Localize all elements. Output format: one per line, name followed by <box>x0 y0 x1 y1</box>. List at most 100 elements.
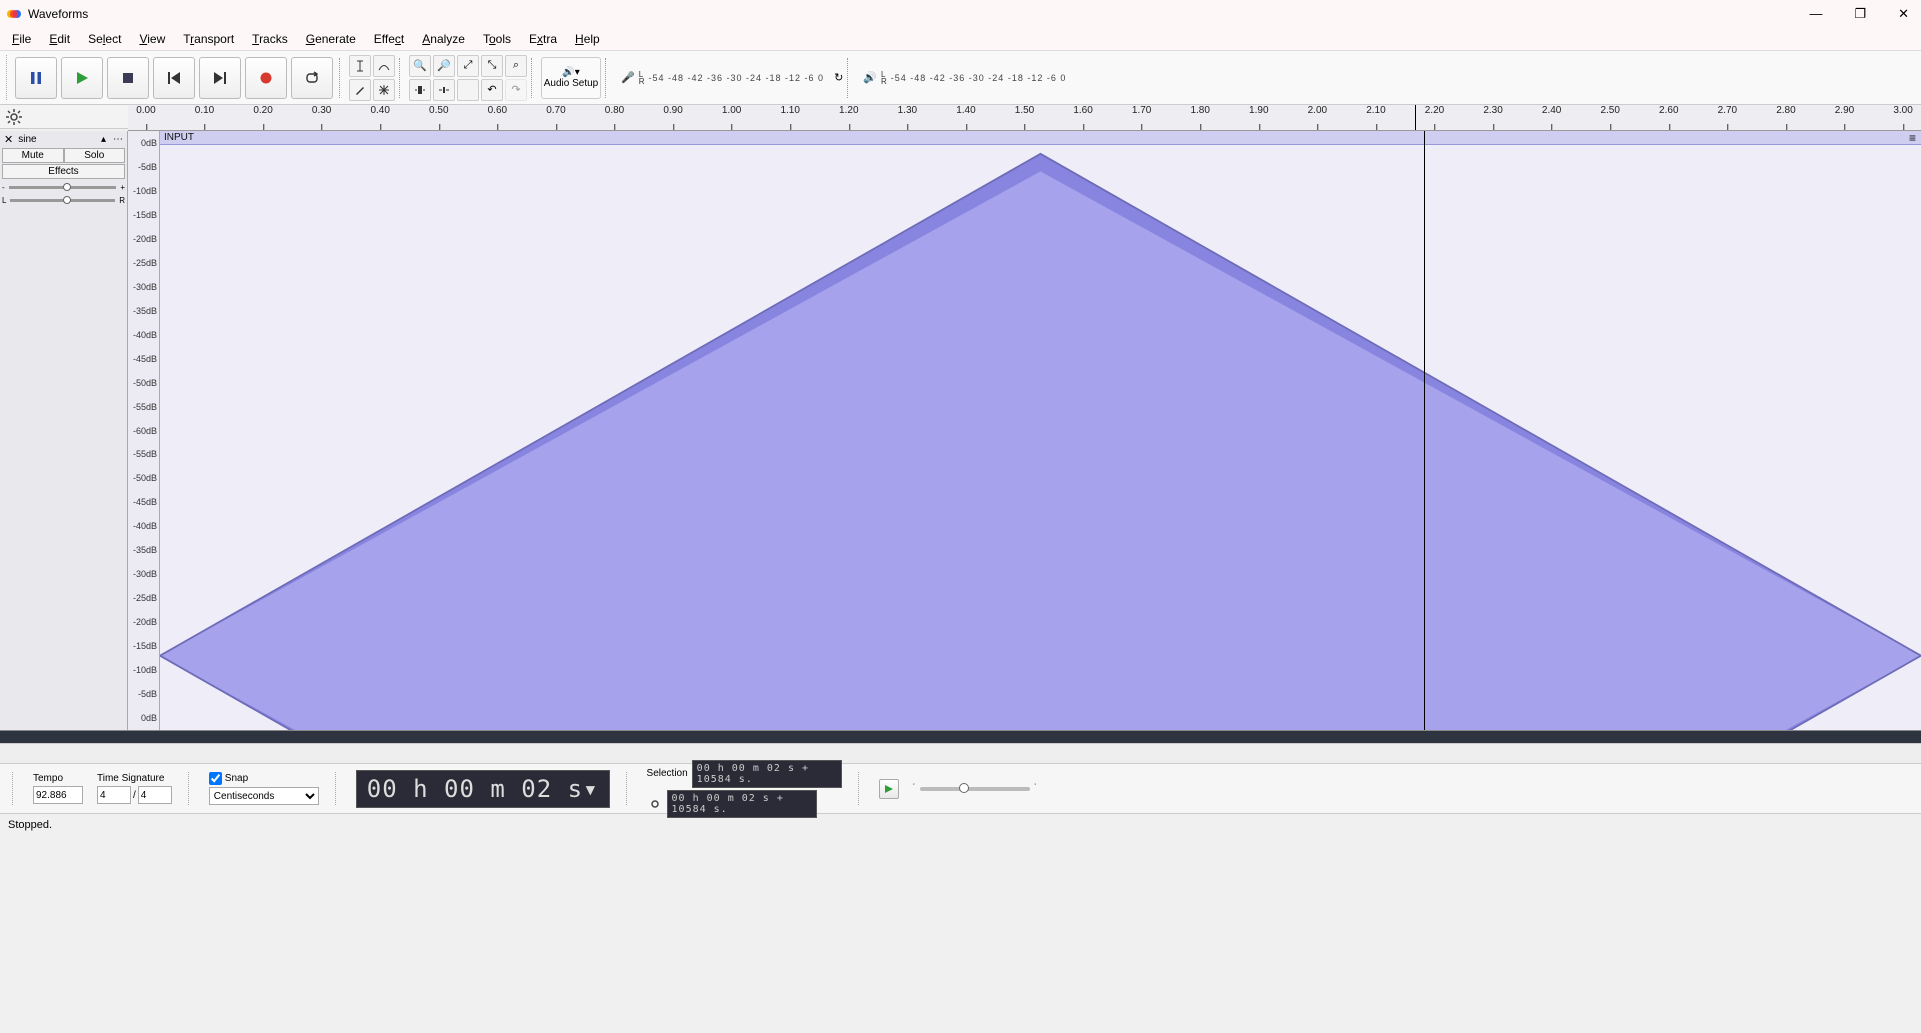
zoom-in-icon[interactable]: 🔍 <box>409 55 431 77</box>
timeline-gear-icon[interactable] <box>6 109 22 125</box>
bottom-grip-3[interactable] <box>335 772 340 805</box>
undo-icon[interactable]: ↶ <box>481 79 503 101</box>
horizontal-scrollbar[interactable] <box>0 743 1921 763</box>
play-at-speed-button[interactable] <box>879 779 899 799</box>
ruler-tick: 0.60 <box>488 105 507 116</box>
menu-tools[interactable]: Tools <box>475 30 519 48</box>
snap-checkbox[interactable] <box>209 772 222 785</box>
track-close-button[interactable]: ✕ <box>2 133 15 146</box>
rec-mode-icon[interactable]: ↻ <box>834 71 843 84</box>
pan-slider[interactable]: L R <box>2 196 125 205</box>
db-vertical-scale[interactable]: 0dB-5dB-10dB-15dB-20dB-25dB-30dB-35dB-40… <box>128 131 160 730</box>
ruler-tick: 1.80 <box>1190 105 1209 116</box>
zoom-out-icon[interactable]: 🔎 <box>433 55 455 77</box>
playhead-cursor <box>1424 131 1425 730</box>
menu-effect[interactable]: Effect <box>366 30 412 48</box>
menu-help[interactable]: Help <box>567 30 608 48</box>
ruler-tick: 3.00 <box>1893 105 1912 116</box>
zoom-toggle-icon[interactable]: ⌕ <box>505 55 527 77</box>
db-label: -60dB <box>133 426 157 436</box>
envelope-tool-icon[interactable] <box>373 55 395 77</box>
snap-unit-select[interactable]: Centiseconds <box>209 787 319 805</box>
audio-setup-button[interactable]: 🔊▾ Audio Setup <box>541 57 601 99</box>
ruler-tick: 0.10 <box>195 105 214 116</box>
ruler-tick: 0.40 <box>370 105 389 116</box>
timesig-num-input[interactable] <box>97 786 131 804</box>
selection-label: Selection <box>647 768 688 779</box>
ruler-tick: 0.70 <box>546 105 565 116</box>
skip-start-button[interactable] <box>153 57 195 99</box>
play-speed-slider[interactable]: ˙ ˙ <box>913 783 1038 794</box>
track-collapse-icon[interactable]: ▴ <box>99 134 108 145</box>
toolbar-grip[interactable] <box>6 55 11 100</box>
titlebar: Waveforms — ❐ ✕ <box>0 0 1921 28</box>
bottom-grip-1[interactable] <box>12 772 17 805</box>
menu-extra[interactable]: Extra <box>521 30 565 48</box>
db-label: 0dB <box>141 138 157 148</box>
menu-transport[interactable]: Transport <box>175 30 242 48</box>
time-counter-display[interactable]: 00 h 00 m 02 s▾ <box>356 770 610 808</box>
selection-tool-icon[interactable] <box>349 55 371 77</box>
db-label: -25dB <box>133 593 157 603</box>
track-menu-icon[interactable]: ⋯ <box>111 134 125 145</box>
ruler-tick: 2.60 <box>1659 105 1678 116</box>
menu-analyze[interactable]: Analyze <box>414 30 473 48</box>
ruler-tick: 1.10 <box>780 105 799 116</box>
ruler-tick: 2.10 <box>1366 105 1385 116</box>
trim-icon[interactable] <box>409 79 431 101</box>
multi-tool-icon[interactable] <box>373 79 395 101</box>
record-button[interactable] <box>245 57 287 99</box>
bottom-grip-4[interactable] <box>626 772 631 805</box>
ruler-tick: 2.90 <box>1835 105 1854 116</box>
draw-tool-icon[interactable] <box>349 79 371 101</box>
menu-generate[interactable]: Generate <box>298 30 364 48</box>
selection-end-display[interactable]: 00 h 00 m 02 s + 10584 s. <box>667 790 817 818</box>
snap-checkbox-row[interactable]: Snap <box>209 772 319 785</box>
timesig-den-input[interactable] <box>138 786 172 804</box>
menu-select[interactable]: Select <box>80 30 129 48</box>
gain-slider[interactable]: - + <box>2 183 125 192</box>
fit-project-icon[interactable]: ⤡ <box>481 55 503 77</box>
tracks-gutter <box>0 731 1921 743</box>
bottom-grip-2[interactable] <box>188 772 193 805</box>
redo-icon[interactable]: ↷ <box>505 79 527 101</box>
close-window-button[interactable]: ✕ <box>1892 4 1915 24</box>
menu-view[interactable]: View <box>131 30 173 48</box>
effects-button[interactable]: Effects <box>2 164 125 179</box>
zoom-edit-grid: 🔍 🔎 ⤢ ⤡ ⌕ ↶ ↷ <box>409 55 527 101</box>
menu-tracks[interactable]: Tracks <box>244 30 296 48</box>
speaker-icon: 🔊▾ <box>562 67 579 78</box>
menu-file[interactable]: File <box>4 30 39 48</box>
db-label: -50dB <box>133 473 157 483</box>
recording-meter[interactable]: 🎤 L R -54 -48 -42 -36 -30 -24 -18 -12 -6… <box>621 71 843 85</box>
pause-button[interactable] <box>15 57 57 99</box>
db-label: -50dB <box>133 378 157 388</box>
skip-end-button[interactable] <box>199 57 241 99</box>
stop-button[interactable] <box>107 57 149 99</box>
ruler-tick: 0.80 <box>605 105 624 116</box>
play-button[interactable] <box>61 57 103 99</box>
playback-meter[interactable]: 🔊 L R -54 -48 -42 -36 -30 -24 -18 -12 -6… <box>863 71 1066 85</box>
clip-header[interactable]: INPUT ≡ <box>160 131 1921 145</box>
selection-gear-icon[interactable] <box>647 796 663 812</box>
track-control-panel: ✕ sine ▴ ⋯ Mute Solo Effects - + L R <box>0 131 128 730</box>
ruler-tick: 2.80 <box>1776 105 1795 116</box>
waveform-area[interactable]: INPUT ≡ <box>160 131 1921 730</box>
loop-button[interactable] <box>291 57 333 99</box>
selection-start-display[interactable]: 00 h 00 m 02 s + 10584 s. <box>692 760 842 788</box>
maximize-button[interactable]: ❐ <box>1848 4 1872 24</box>
solo-button[interactable]: Solo <box>64 148 126 163</box>
minimize-button[interactable]: — <box>1803 4 1828 24</box>
time-ruler[interactable]: 0.000.100.200.300.400.500.600.700.800.90… <box>128 105 1921 131</box>
tempo-label: Tempo <box>33 773 83 784</box>
clip-menu-icon[interactable]: ≡ <box>1905 131 1921 145</box>
bottom-grip-5[interactable] <box>858 772 863 805</box>
fit-selection-icon[interactable]: ⤢ <box>457 55 479 77</box>
silence-icon[interactable] <box>433 79 455 101</box>
tempo-input[interactable] <box>33 786 83 804</box>
ruler-tick: 1.40 <box>956 105 975 116</box>
track-name-label[interactable]: sine <box>18 134 96 145</box>
menu-edit[interactable]: Edit <box>41 30 78 48</box>
mute-button[interactable]: Mute <box>2 148 64 163</box>
clip-name-label: INPUT <box>164 132 194 143</box>
